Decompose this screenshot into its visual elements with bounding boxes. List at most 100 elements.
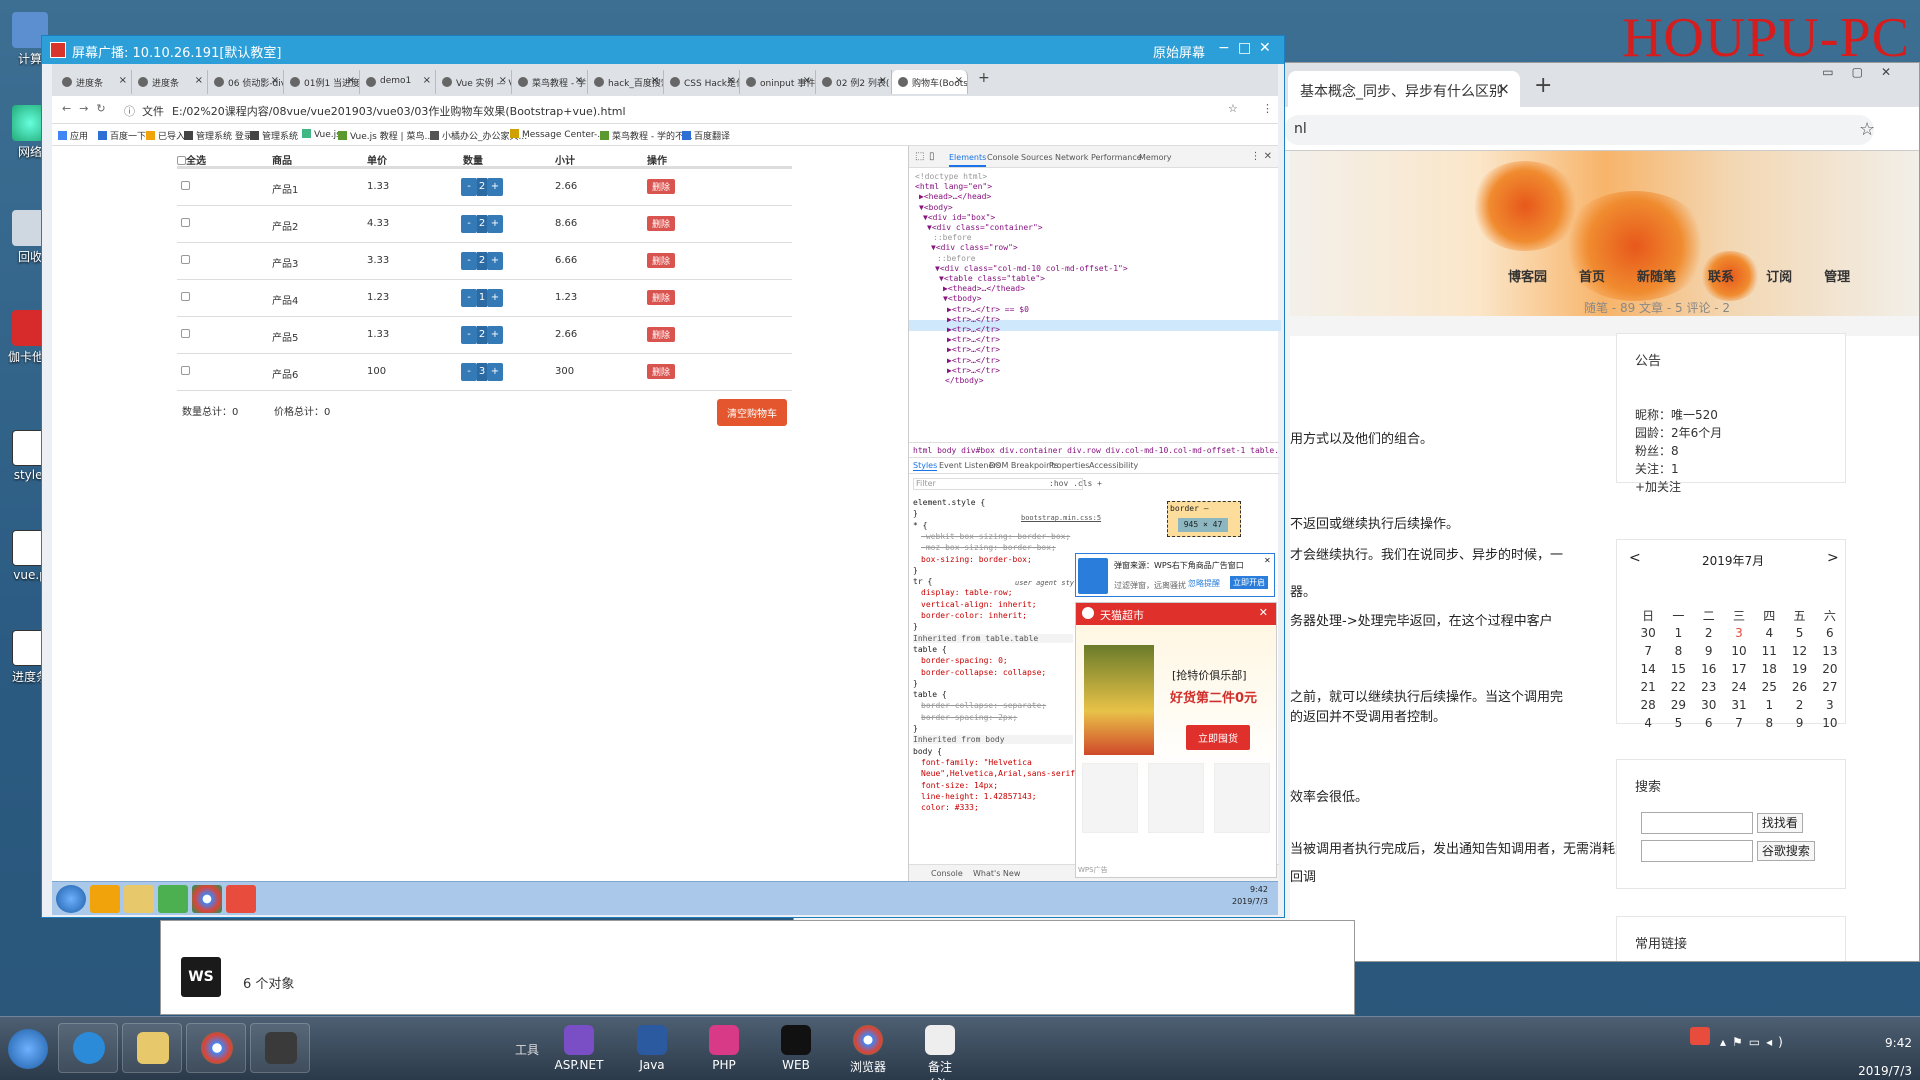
calendar-day[interactable]: 28 (1633, 696, 1663, 714)
checkbox[interactable] (181, 292, 190, 301)
calendar-day[interactable]: 10 (1815, 714, 1845, 732)
close-icon[interactable]: ✕ (1259, 40, 1271, 56)
increment-button[interactable]: + (487, 326, 503, 344)
increment-button[interactable]: + (487, 363, 503, 381)
nav-blog-home[interactable]: 博客园 (1508, 266, 1547, 285)
close-tab-icon[interactable]: × (119, 75, 127, 86)
dom-node[interactable]: ::before (937, 254, 976, 263)
inner-tab[interactable]: 进度条 × (56, 70, 132, 94)
dom-node[interactable]: ▶<tr>…</tr> (947, 315, 1000, 324)
inner-tab[interactable]: oninput 事件 × (740, 70, 816, 94)
close-tab-icon[interactable]: × (1497, 79, 1510, 98)
explorer-window[interactable]: WS 6 个对象 (160, 920, 1355, 1015)
delete-button[interactable]: 删除 (647, 216, 676, 231)
row-checkbox[interactable] (181, 181, 190, 192)
dom-node[interactable]: ▼<div class="col-md-10 col-md-offset-1"> (935, 264, 1128, 273)
bookmark-star-icon[interactable]: ☆ (1228, 102, 1238, 115)
maximize-icon[interactable]: □ (1238, 40, 1251, 56)
decrement-button[interactable]: - (461, 215, 477, 233)
increment-button[interactable]: + (487, 289, 503, 307)
buy-now-button[interactable]: 立即囤货 (1186, 725, 1250, 750)
delete-button[interactable]: 删除 (647, 179, 676, 194)
inner-tab[interactable]: Vue 实例 — V × (436, 70, 512, 94)
inner-tab[interactable]: demo1 × (360, 70, 436, 94)
inner-tab[interactable]: 菜鸟教程 - 学 × (512, 70, 588, 94)
dom-node[interactable]: ▼<div class="row"> (931, 243, 1018, 252)
chrome-icon[interactable] (192, 885, 222, 913)
devtools-tab[interactable]: Sources (1021, 153, 1053, 162)
close-tab-icon[interactable]: × (879, 75, 887, 86)
calendar-day[interactable]: 4 (1633, 714, 1663, 732)
calendar-day[interactable]: 10 (1724, 642, 1754, 660)
taskbar-browser[interactable]: 浏览器 (840, 1025, 896, 1075)
inner-tab[interactable]: 02 例2 列表(× (816, 70, 892, 94)
calendar-day[interactable]: 26 (1784, 678, 1814, 696)
screen-broadcast-window[interactable]: 屏幕广播: 10.10.26.191[默认教室] 原始屏幕 − □ ✕ 进度条 ×… (41, 35, 1285, 918)
checkbox[interactable] (177, 156, 186, 165)
calendar-day[interactable]: 17 (1724, 660, 1754, 678)
inner-tab[interactable]: hack_百度搜索 × (588, 70, 664, 94)
clear-cart-button[interactable]: 清空购物车 (717, 399, 787, 426)
calendar-day[interactable]: 5 (1663, 714, 1693, 732)
google-search-button[interactable]: 谷歌搜索 (1756, 840, 1815, 861)
close-tab-icon[interactable]: × (423, 75, 431, 86)
devtools-tab[interactable]: Console (987, 153, 1019, 162)
calendar-day[interactable]: 8 (1754, 714, 1784, 732)
console-tab[interactable]: Console (931, 869, 963, 878)
calendar-day[interactable]: 23 (1694, 678, 1724, 696)
window-controls[interactable]: ▭▢✕ (1822, 65, 1909, 79)
bookmark-item[interactable]: Vue.js (302, 129, 341, 140)
search-button[interactable]: 找找看 (1756, 812, 1803, 833)
info-icon[interactable]: ⓘ (124, 103, 135, 119)
bookmark-item[interactable]: 应用 (58, 129, 88, 142)
close-tab-icon[interactable]: × (803, 75, 811, 86)
start-icon[interactable] (56, 885, 86, 913)
taskbar-php[interactable]: PHP (696, 1025, 752, 1072)
calendar-day[interactable]: 15 (1663, 660, 1693, 678)
row-checkbox[interactable] (181, 218, 190, 229)
bookmark-item[interactable]: 已导入 (146, 129, 185, 142)
calendar-day[interactable]: 9 (1694, 642, 1724, 660)
calendar-day[interactable]: 6 (1694, 714, 1724, 732)
close-tab-icon[interactable]: × (271, 75, 279, 86)
calendar-day[interactable]: 3 (1815, 696, 1845, 714)
calendar-day[interactable]: 1 (1754, 696, 1784, 714)
dom-node[interactable]: ▼<table class="table"> (939, 274, 1045, 283)
bookmark-item[interactable]: 百度一下 (98, 129, 146, 142)
enable-button[interactable]: 立即开启 (1230, 576, 1268, 589)
inner-tab[interactable]: CSS Hack是什 × (664, 70, 740, 94)
dom-node[interactable]: ▶<tr>…</tr> (947, 325, 1000, 334)
checkbox[interactable] (181, 218, 190, 227)
taskbar-web[interactable]: WEB (768, 1025, 824, 1072)
wps-popup[interactable]: 弹窗来源：WPS右下角商品广告窗口 过滤弹窗，远离骚扰 忽略提醒 立即开启 ✕ (1075, 553, 1275, 597)
tray-icons[interactable]: ▴⚑▭◂) (1720, 1035, 1789, 1049)
calendar-day[interactable]: 19 (1784, 660, 1814, 678)
checkbox[interactable] (181, 329, 190, 338)
delete-button[interactable]: 删除 (647, 253, 676, 268)
calendar-day[interactable]: 21 (1633, 678, 1663, 696)
calendar-day[interactable]: 1 (1663, 624, 1693, 642)
search-input[interactable] (1641, 812, 1753, 834)
close-tab-icon[interactable]: × (499, 75, 507, 86)
dom-node[interactable]: <!doctype html> (915, 172, 987, 181)
row-checkbox[interactable] (181, 329, 190, 340)
device-toolbar-icon[interactable]: ▯ (929, 151, 935, 162)
new-tab-icon[interactable]: + (978, 70, 990, 86)
style-source-link[interactable]: bootstrap.min.css:5 (1021, 514, 1101, 522)
decrement-button[interactable]: - (461, 363, 477, 381)
google-search-input[interactable] (1641, 840, 1753, 862)
calendar-day[interactable]: 13 (1815, 642, 1845, 660)
styles-filter-tools[interactable]: :hov .cls + (1049, 479, 1102, 488)
bookmark-item[interactable]: 百度翻译 (682, 129, 730, 142)
nav-manage[interactable]: 管理 (1824, 266, 1850, 285)
row-checkbox[interactable] (181, 292, 190, 303)
inspect-element-icon[interactable]: ⬚ (915, 151, 924, 162)
calendar-day[interactable]: 7 (1633, 642, 1663, 660)
dom-node[interactable]: ▼<div class="container"> (927, 223, 1043, 232)
dom-node[interactable]: </tbody> (945, 376, 984, 385)
shield-icon[interactable] (158, 885, 188, 913)
calendar-prev[interactable]: < (1629, 550, 1641, 566)
inner-tab[interactable]: 进度条 × (132, 70, 208, 94)
calendar-day[interactable]: 5 (1784, 624, 1814, 642)
calendar-day[interactable]: 4 (1754, 624, 1784, 642)
